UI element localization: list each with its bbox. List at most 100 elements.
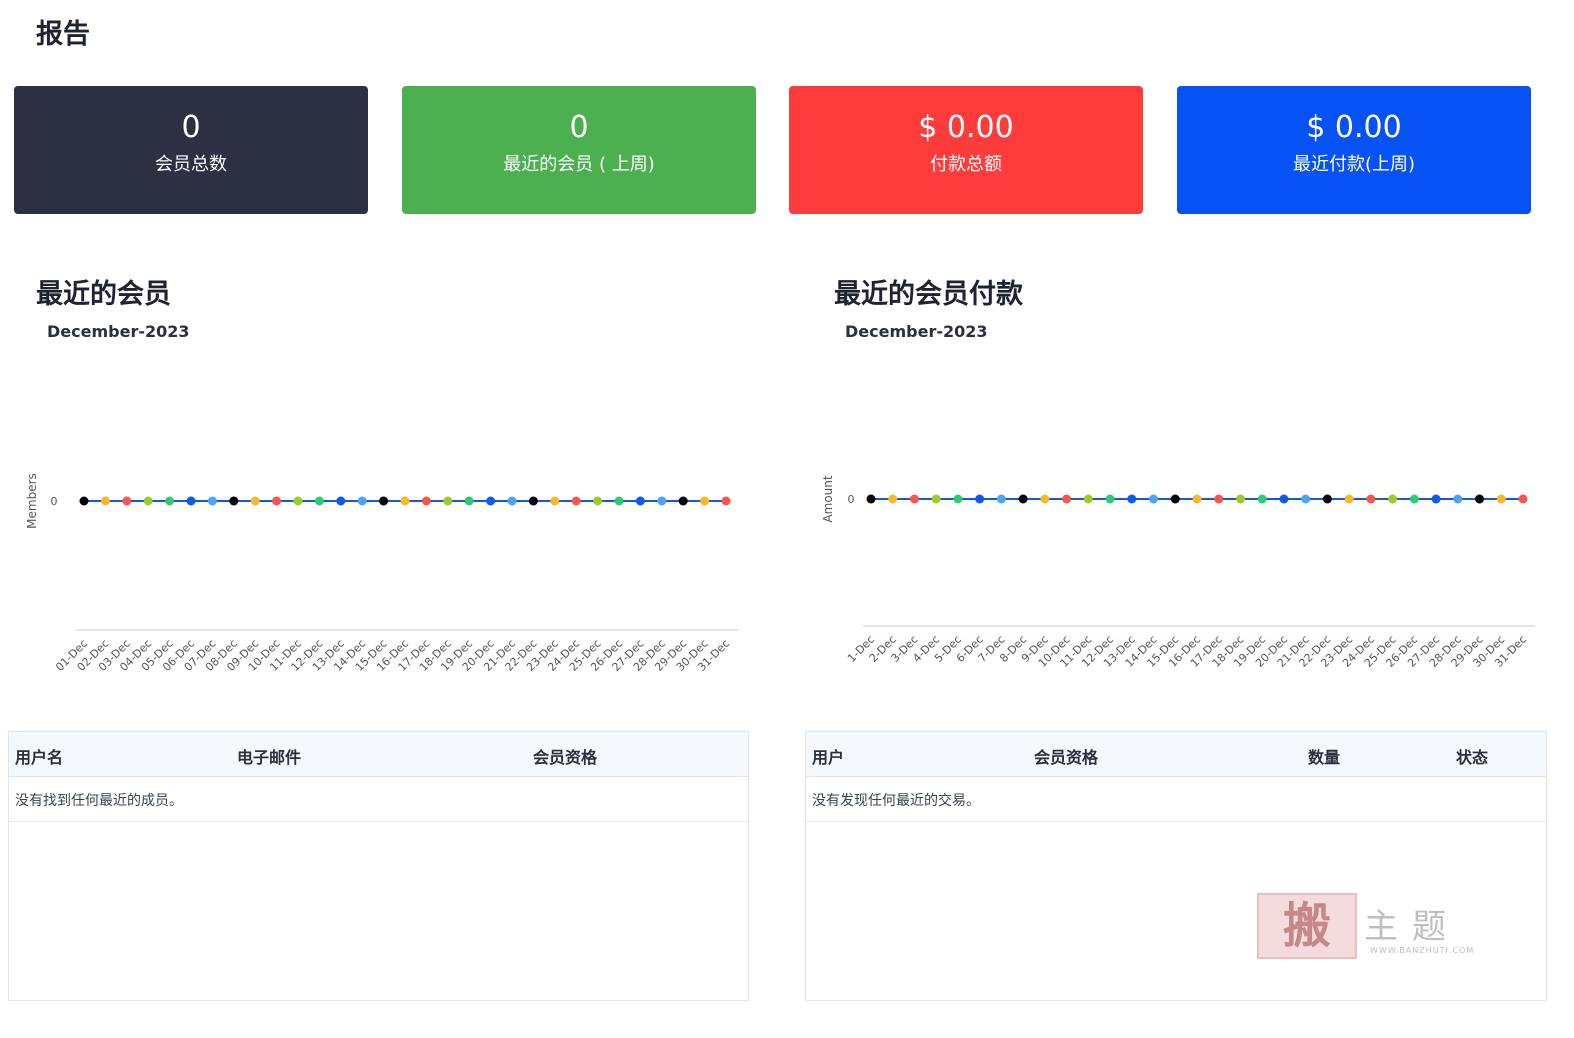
data-point — [1149, 494, 1159, 504]
data-point — [1279, 494, 1289, 504]
data-point — [721, 496, 731, 506]
recent-payments-table: 用户 会员资格 数量 状态 没有发现任何最近的交易。 — [805, 731, 1547, 1001]
members-chart-title: December-2023 — [47, 322, 190, 341]
data-point — [1192, 494, 1202, 504]
data-point — [79, 496, 89, 506]
data-point — [165, 496, 175, 506]
watermark-text: 主题 — [1364, 907, 1460, 947]
card-label: 会员总数 — [155, 154, 227, 175]
empty-message: 没有发现任何最近的交易。 — [812, 793, 980, 809]
y-axis-label: Amount — [821, 475, 835, 522]
data-point — [379, 496, 389, 506]
card-recent-payments: $ 0.00 最近付款(上周) — [1177, 86, 1531, 214]
recent-payments-title: 最近的会员付款 — [834, 279, 1023, 310]
data-point — [207, 496, 217, 506]
card-value: 0 — [181, 110, 201, 145]
table-header: 用户名 电子邮件 会员资格 — [9, 732, 748, 777]
data-point — [635, 496, 645, 506]
column-username: 用户名 — [15, 748, 64, 767]
column-email: 电子邮件 — [237, 748, 302, 767]
data-point — [1127, 494, 1137, 504]
page-title: 报告 — [36, 19, 90, 50]
recent-members-table: 用户名 电子邮件 会员资格 没有找到任何最近的成员。 — [8, 731, 749, 1001]
members-chart: Members 001-Dec02-Dec03-Dec04-Dec05-Dec06… — [25, 473, 738, 674]
column-amount: 数量 — [1308, 748, 1341, 767]
data-point — [1214, 494, 1224, 504]
data-point — [250, 496, 260, 506]
data-point — [293, 496, 303, 506]
data-point — [272, 496, 282, 506]
data-point — [186, 496, 196, 506]
card-value: $ 0.00 — [918, 110, 1014, 145]
data-point — [614, 496, 624, 506]
data-point — [700, 496, 710, 506]
data-point — [421, 496, 431, 506]
column-status: 状态 — [1456, 748, 1489, 767]
data-point — [550, 496, 560, 506]
card-total-payments: $ 0.00 付款总额 — [789, 86, 1143, 214]
card-total-members: 0 会员总数 — [14, 86, 368, 214]
data-point — [1170, 494, 1180, 504]
data-point — [593, 496, 603, 506]
data-point — [357, 496, 367, 506]
data-point — [1257, 494, 1267, 504]
data-point — [888, 494, 898, 504]
column-membership: 会员资格 — [1034, 748, 1099, 767]
data-point — [143, 496, 153, 506]
data-point — [1496, 494, 1506, 504]
payments-chart-title: December-2023 — [845, 322, 988, 341]
data-point — [1235, 494, 1245, 504]
data-point — [657, 496, 667, 506]
data-point — [909, 494, 919, 504]
column-membership: 会员资格 — [533, 748, 598, 767]
payments-chart: Amount 01-Dec2-Dec3-Dec4-Dec5-Dec6-Dec7-D… — [821, 475, 1535, 670]
data-point — [678, 496, 688, 506]
data-point — [1301, 494, 1311, 504]
card-label: 最近付款(上周) — [1292, 154, 1416, 175]
y-axis-label: Members — [25, 473, 39, 529]
data-point — [953, 494, 963, 504]
column-user: 用户 — [812, 748, 845, 767]
data-point — [1475, 494, 1485, 504]
card-value: 0 — [569, 110, 589, 145]
data-point — [1388, 494, 1398, 504]
y-tick-label: 0 — [848, 493, 855, 506]
data-point — [996, 494, 1006, 504]
table-header: 用户 会员资格 数量 状态 — [806, 732, 1546, 777]
card-recent-members: 0 最近的会员 ( 上周) — [402, 86, 756, 214]
data-point — [229, 496, 239, 506]
data-point — [1366, 494, 1376, 504]
watermark-logo: 搬 — [1257, 893, 1357, 959]
empty-row: 没有找到任何最近的成员。 — [9, 777, 748, 822]
data-point — [866, 494, 876, 504]
y-tick-label: 0 — [51, 495, 58, 508]
data-point — [486, 496, 496, 506]
data-point — [1062, 494, 1072, 504]
empty-message: 没有找到任何最近的成员。 — [15, 793, 183, 809]
data-point — [336, 496, 346, 506]
data-point — [122, 496, 132, 506]
data-point — [1518, 494, 1528, 504]
card-label: 付款总额 — [930, 154, 1002, 175]
data-point — [1409, 494, 1419, 504]
empty-row: 没有发现任何最近的交易。 — [806, 777, 1546, 822]
card-label: 最近的会员 ( 上周) — [503, 154, 655, 175]
data-point — [100, 496, 110, 506]
data-point — [1105, 494, 1115, 504]
data-point — [1040, 494, 1050, 504]
data-point — [975, 494, 985, 504]
data-point — [528, 496, 538, 506]
data-point — [1083, 494, 1093, 504]
data-point — [464, 496, 474, 506]
data-point — [1322, 494, 1332, 504]
data-point — [1453, 494, 1463, 504]
watermark-url: WWW.BANZHUTI.COM — [1370, 946, 1475, 955]
card-value: $ 0.00 — [1306, 110, 1402, 145]
data-point — [931, 494, 941, 504]
data-point — [400, 496, 410, 506]
data-point — [571, 496, 581, 506]
data-point — [1431, 494, 1441, 504]
data-point — [314, 496, 324, 506]
data-point — [1018, 494, 1028, 504]
data-point — [1344, 494, 1354, 504]
